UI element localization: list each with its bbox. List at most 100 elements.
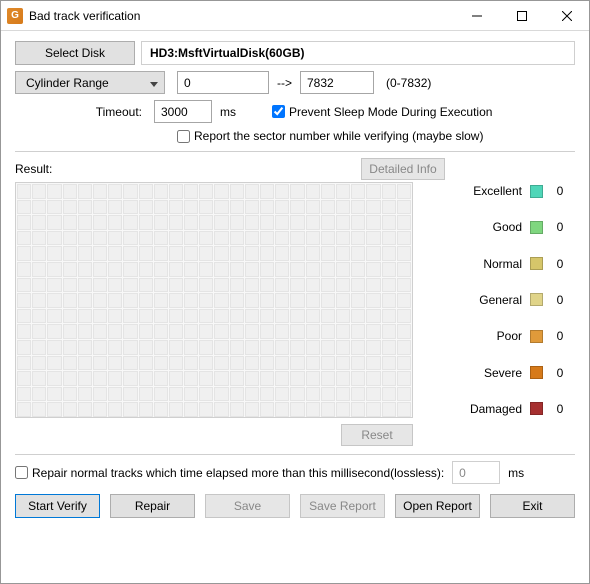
grid-cell [290,215,304,230]
grid-cell [382,278,396,293]
grid-cell [169,324,183,339]
grid-cell [184,278,198,293]
grid-cell [47,340,61,355]
open-report-button[interactable]: Open Report [395,494,480,518]
grid-cell [123,356,137,371]
grid-cell [306,200,320,215]
legend-normal-count: 0 [551,257,569,271]
exit-button[interactable]: Exit [490,494,575,518]
detailed-info-button[interactable]: Detailed Info [361,158,445,180]
grid-cell [32,231,46,246]
grid-cell [78,278,92,293]
grid-cell [93,200,107,215]
grid-cell [108,387,122,402]
grid-cell [17,371,31,386]
grid-cell [139,340,153,355]
repair-normal-checkbox[interactable]: Repair normal tracks which time elapsed … [15,466,444,480]
grid-cell [123,387,137,402]
grid-cell [108,231,122,246]
grid-cell [17,262,31,277]
prevent-sleep-checkbox-input[interactable] [272,105,285,118]
grid-cell [154,356,168,371]
grid-cell [245,231,259,246]
grid-cell [123,246,137,261]
grid-cell [230,340,244,355]
grid-cell [366,293,380,308]
grid-cell [230,324,244,339]
grid-cell [321,309,335,324]
save-report-button[interactable]: Save Report [300,494,385,518]
legend: Excellent 0 Good 0 Normal 0 General 0 Po… [427,182,575,418]
select-disk-button[interactable]: Select Disk [15,41,135,65]
grid-cell [214,184,228,199]
grid-cell [78,231,92,246]
legend-damaged-count: 0 [551,402,569,416]
grid-cell [321,324,335,339]
cylinder-range-select[interactable]: Cylinder Range [15,71,165,94]
grid-cell [139,215,153,230]
maximize-button[interactable] [499,1,544,30]
grid-cell [351,309,365,324]
grid-cell [275,293,289,308]
grid-cell [154,184,168,199]
grid-cell [93,246,107,261]
grid-cell [32,293,46,308]
grid-cell [32,262,46,277]
grid-cell [63,293,77,308]
grid-cell [290,231,304,246]
report-sector-checkbox-input[interactable] [177,130,190,143]
report-sector-checkbox[interactable]: Report the sector number while verifying… [177,129,483,143]
grid-cell [397,200,411,215]
grid-cell [78,402,92,417]
prevent-sleep-checkbox[interactable]: Prevent Sleep Mode During Execution [272,105,492,119]
close-button[interactable] [544,1,589,30]
grid-cell [17,200,31,215]
grid-cell [47,215,61,230]
grid-cell [230,356,244,371]
timeout-unit: ms [212,105,244,119]
grid-cell [108,356,122,371]
grid-cell [290,293,304,308]
grid-cell [260,278,274,293]
grid-cell [336,184,350,199]
repair-normal-checkbox-input[interactable] [15,466,28,479]
grid-cell [245,278,259,293]
grid-cell [336,215,350,230]
grid-cell [199,184,213,199]
repair-button[interactable]: Repair [110,494,195,518]
result-grid [15,182,413,418]
grid-cell [275,340,289,355]
start-verify-button[interactable]: Start Verify [15,494,100,518]
reset-button[interactable]: Reset [341,424,413,446]
grid-cell [17,231,31,246]
grid-cell [199,262,213,277]
grid-cell [306,309,320,324]
grid-cell [351,324,365,339]
minimize-button[interactable] [454,1,499,30]
grid-cell [199,231,213,246]
cylinder-to-input[interactable] [300,71,374,94]
grid-cell [154,215,168,230]
save-button[interactable]: Save [205,494,290,518]
timeout-input[interactable] [154,100,212,123]
grid-cell [17,387,31,402]
grid-cell [382,246,396,261]
grid-cell [154,246,168,261]
grid-cell [230,215,244,230]
grid-cell [169,356,183,371]
grid-cell [321,215,335,230]
grid-cell [336,278,350,293]
grid-cell [17,278,31,293]
grid-cell [123,278,137,293]
grid-cell [336,387,350,402]
legend-poor-label: Poor [452,329,522,343]
grid-cell [32,215,46,230]
cylinder-from-input[interactable] [177,71,269,94]
grid-cell [93,278,107,293]
grid-cell [366,278,380,293]
grid-cell [366,231,380,246]
grid-cell [93,231,107,246]
grid-cell [154,387,168,402]
prevent-sleep-label: Prevent Sleep Mode During Execution [289,105,492,119]
repair-ms-input[interactable] [452,461,500,484]
